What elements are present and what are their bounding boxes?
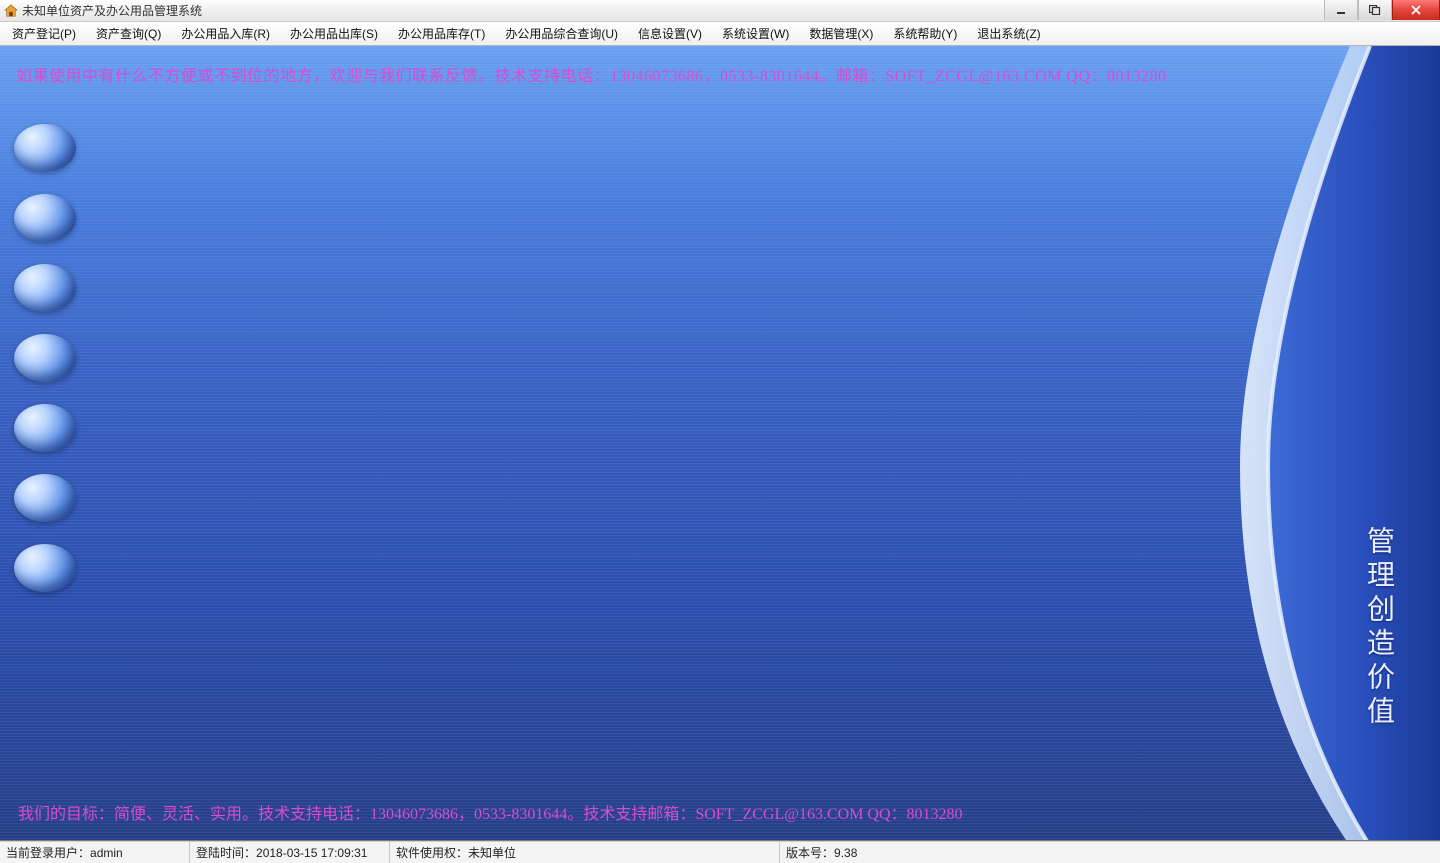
menu-supplies-stock[interactable]: 办公用品库存(T) bbox=[388, 23, 495, 44]
menu-supplies-out[interactable]: 办公用品出库(S) bbox=[280, 23, 388, 44]
window-minimize-button[interactable] bbox=[1324, 0, 1358, 20]
vertical-slogan: 管理创造价值 bbox=[1358, 526, 1398, 730]
decorative-bubble-icon bbox=[14, 404, 76, 452]
status-login-time-label: 登陆时间： bbox=[196, 844, 256, 861]
decorative-bubble-icon bbox=[14, 124, 76, 172]
menu-supplies-query[interactable]: 办公用品综合查询(U) bbox=[495, 23, 628, 44]
status-version-value: 9.38 bbox=[834, 846, 857, 860]
status-login-time: 登陆时间： 2018-03-15 17:09:31 bbox=[190, 842, 390, 863]
status-user-value: admin bbox=[90, 846, 123, 860]
menu-data-manage[interactable]: 数据管理(X) bbox=[799, 23, 883, 44]
status-current-user: 当前登录用户： admin bbox=[0, 842, 190, 863]
window-title: 未知单位资产及办公用品管理系统 bbox=[22, 2, 202, 19]
workspace-background: 如果使用中有什么不方便或不到位的地方，欢迎与我们联系反馈。技术支持电话：1304… bbox=[0, 46, 1440, 841]
decorative-right-panel: 管理创造价值 bbox=[1260, 46, 1440, 840]
decorative-bubble-icon bbox=[14, 474, 76, 522]
menu-info-settings[interactable]: 信息设置(V) bbox=[628, 23, 712, 44]
top-marquee-message: 如果使用中有什么不方便或不到位的地方，欢迎与我们联系反馈。技术支持电话：1304… bbox=[16, 62, 1167, 86]
decorative-bubble-icon bbox=[14, 334, 76, 382]
menu-system-settings[interactable]: 系统设置(W) bbox=[712, 23, 799, 44]
menu-exit[interactable]: 退出系统(Z) bbox=[967, 23, 1050, 44]
decorative-bubble-icon bbox=[14, 264, 76, 312]
status-license-value: 未知单位 bbox=[468, 844, 516, 861]
menu-supplies-in[interactable]: 办公用品入库(R) bbox=[171, 23, 280, 44]
status-license-label: 软件使用权： bbox=[396, 844, 468, 861]
menu-help[interactable]: 系统帮助(Y) bbox=[883, 23, 967, 44]
window-close-button[interactable] bbox=[1392, 0, 1440, 20]
footer-support-message: 我们的目标：简便、灵活、实用。技术支持电话：13046073686，0533-8… bbox=[18, 800, 963, 824]
status-user-label: 当前登录用户： bbox=[6, 844, 90, 861]
status-license: 软件使用权： 未知单位 bbox=[390, 842, 780, 863]
status-version-label: 版本号： bbox=[786, 844, 834, 861]
menu-assets-query[interactable]: 资产查询(Q) bbox=[86, 23, 171, 44]
decorative-bubble-icon bbox=[14, 544, 76, 592]
menubar: 资产登记(P) 资产查询(Q) 办公用品入库(R) 办公用品出库(S) 办公用品… bbox=[0, 22, 1440, 46]
window-titlebar: 未知单位资产及办公用品管理系统 bbox=[0, 0, 1440, 22]
menu-assets-register[interactable]: 资产登记(P) bbox=[2, 23, 86, 44]
statusbar: 当前登录用户： admin 登陆时间： 2018-03-15 17:09:31 … bbox=[0, 841, 1440, 863]
status-version: 版本号： 9.38 bbox=[780, 842, 1440, 863]
window-maximize-button[interactable] bbox=[1358, 0, 1392, 20]
decorative-bubble-icon bbox=[14, 194, 76, 242]
app-icon bbox=[4, 4, 18, 18]
status-login-time-value: 2018-03-15 17:09:31 bbox=[256, 846, 367, 860]
